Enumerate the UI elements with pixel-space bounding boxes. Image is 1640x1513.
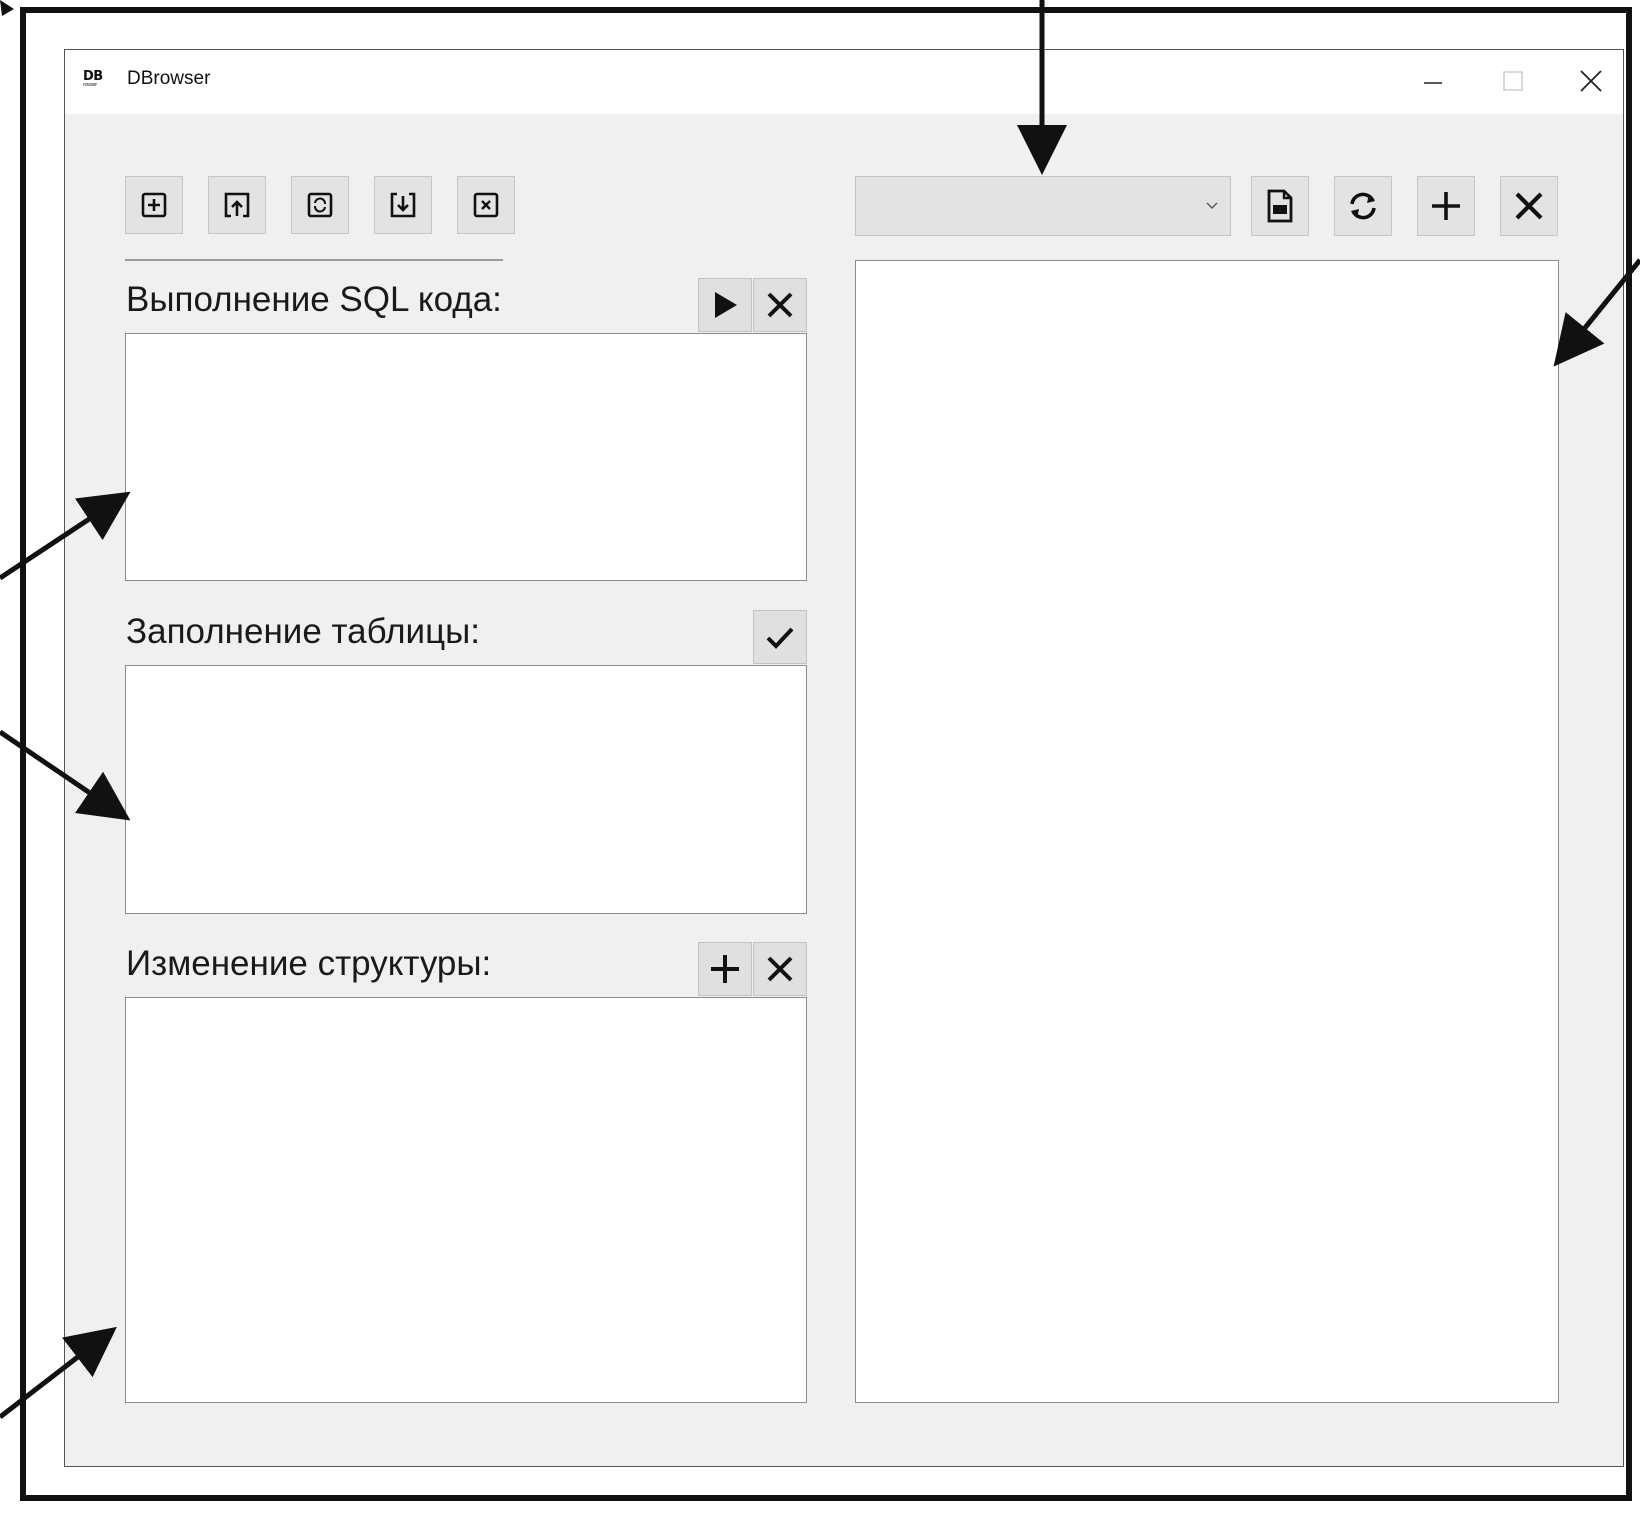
toolbar-separator — [125, 259, 503, 261]
app-logo-subtext: rowser — [83, 82, 97, 88]
play-icon — [715, 292, 737, 318]
csv-export-icon — [1267, 189, 1293, 223]
new-db-icon — [141, 192, 167, 218]
export-csv-button[interactable] — [1251, 176, 1309, 236]
close-icon — [767, 956, 793, 982]
close-database-button[interactable] — [457, 176, 515, 234]
close-window-button[interactable] — [1561, 58, 1621, 104]
table-fill-input[interactable] — [125, 665, 807, 914]
save-db-icon — [390, 192, 416, 218]
structure-change-input[interactable] — [125, 997, 807, 1403]
minimize-icon — [1424, 82, 1442, 84]
refresh-icon — [1350, 192, 1376, 220]
table-select-dropdown[interactable] — [855, 176, 1231, 236]
close-icon — [767, 292, 793, 318]
maximize-button[interactable] — [1483, 58, 1543, 104]
check-icon — [766, 627, 794, 649]
add-column-button[interactable] — [698, 942, 752, 996]
delete-icon — [1515, 192, 1543, 220]
clear-sql-button[interactable] — [753, 278, 807, 332]
maximize-icon — [1503, 71, 1523, 91]
open-db-icon — [224, 192, 250, 218]
add-icon — [1432, 192, 1460, 220]
delete-row-button[interactable] — [1500, 176, 1558, 236]
open-database-button[interactable] — [208, 176, 266, 234]
refresh-table-button[interactable] — [1334, 176, 1392, 236]
close-icon — [1580, 70, 1602, 92]
chevron-down-icon — [1206, 202, 1218, 209]
window-title: DBrowser — [127, 68, 211, 89]
new-database-button[interactable] — [125, 176, 183, 234]
remove-column-button[interactable] — [753, 942, 807, 996]
run-sql-button[interactable] — [698, 278, 752, 332]
reload-database-button[interactable] — [291, 176, 349, 234]
annotation-arrow — [0, 0, 14, 16]
app-window: DB rowser DBrowser Выполнение SQL кода: … — [64, 49, 1624, 1467]
fill-section-label: Заполнение таблицы: — [126, 612, 481, 651]
add-row-button[interactable] — [1417, 176, 1475, 236]
save-database-button[interactable] — [374, 176, 432, 234]
app-logo-icon: DB rowser — [83, 70, 109, 94]
close-db-icon — [473, 192, 499, 218]
sql-code-input[interactable] — [125, 333, 807, 581]
minimize-button[interactable] — [1403, 58, 1463, 104]
refresh-db-icon — [307, 192, 333, 218]
sql-section-label: Выполнение SQL кода: — [126, 280, 502, 319]
structure-section-label: Изменение структуры: — [126, 944, 492, 983]
apply-fill-button[interactable] — [753, 610, 807, 664]
table-data-view[interactable] — [855, 260, 1559, 1403]
title-bar: DB rowser DBrowser — [65, 50, 1623, 114]
add-icon — [711, 955, 739, 983]
